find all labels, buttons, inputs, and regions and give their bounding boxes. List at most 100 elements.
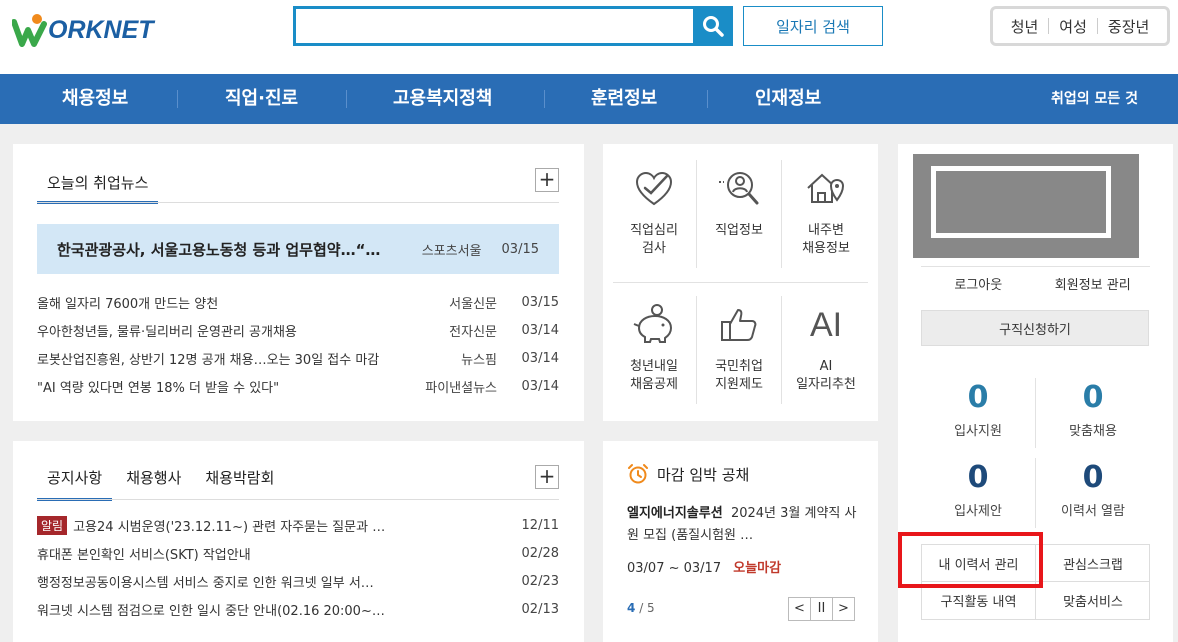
pause-button[interactable]: II — [810, 597, 833, 621]
service-vocational-test[interactable]: 직업심리 검사 — [611, 166, 697, 258]
notice-title: 행정정보공동이용시스템 서비스 중지로 인한 워크넷 일부 서… — [37, 575, 374, 591]
list-item[interactable]: 올해 일자리 7600개 만드는 양천 서울신문 03/15 — [37, 288, 559, 316]
my-resume-link[interactable]: 내 이력서 관리 — [922, 545, 1036, 582]
list-item[interactable]: 워크넷 시스템 점검으로 인한 일시 중단 안내(02.16 20:00~… 0… — [37, 595, 559, 623]
audience-middle-aged[interactable]: 중장년 — [1098, 16, 1159, 37]
ai-icon: AI — [809, 306, 843, 344]
service-label: 지원제도 — [715, 377, 763, 392]
divider — [37, 499, 559, 500]
banner-frame — [931, 166, 1111, 238]
alert-badge: 알림 — [37, 515, 68, 535]
nav-item-talent[interactable]: 인재정보 — [755, 74, 821, 124]
notice-tabs: 공지사항 채용행사 채용박람회 — [37, 461, 288, 501]
alarm-clock-icon — [628, 464, 648, 484]
stat-matched-jobs[interactable]: 0 맞춤채용 — [1036, 380, 1150, 439]
list-item[interactable]: 우아한청년들, 물류·딜리버리 운영관리 공개채용 전자신문 03/14 — [37, 316, 559, 344]
job-period: 03/07 ~ 03/17 — [627, 561, 722, 576]
job-application-button[interactable]: 구직신청하기 — [921, 310, 1149, 346]
nav-item-career[interactable]: 직업·진로 — [225, 74, 298, 124]
news-more-button[interactable]: + — [535, 168, 559, 192]
page-total: / 5 — [639, 601, 655, 615]
list-item[interactable]: "AI 역량 있다면 연봉 18% 더 받을 수 있다" 파이낸셜뉴스 03/1… — [37, 372, 559, 400]
deadline-title: 마감 임박 공채 — [657, 465, 750, 484]
custom-service-link[interactable]: 맞춤서비스 — [1036, 582, 1150, 619]
audience-youth[interactable]: 청년 — [1001, 16, 1049, 37]
tab-notices[interactable]: 공지사항 — [37, 461, 113, 501]
service-label: 채움공제 — [630, 377, 678, 392]
list-item[interactable]: 휴대폰 본인확인 서비스(SKT) 작업안내 02/28 — [37, 539, 559, 567]
notice-title: 고용24 시범운영('23.12.11~) 관련 자주묻는 질문과 … — [73, 519, 386, 535]
stat-value: 0 — [1082, 380, 1104, 415]
service-label: 채용정보 — [802, 241, 850, 256]
carousel-controls: < II > — [788, 597, 855, 621]
audience-women[interactable]: 여성 — [1049, 16, 1097, 37]
news-source: 전자신문 — [449, 324, 497, 340]
stat-label: 맞춤채용 — [1069, 424, 1117, 439]
services-panel: 직업심리 검사 직업정보 내주변 채용정보 청년내일 채움공제 국민취업 지원제… — [603, 144, 878, 421]
list-item[interactable]: 알림 고용24 시범운영('23.12.11~) 관련 자주묻는 질문과 … 1… — [37, 511, 559, 539]
notice-panel: 공지사항 채용행사 채용박람회 + 알림 고용24 시범운영('23.12.11… — [13, 441, 584, 642]
notice-date: 02/13 — [521, 601, 559, 617]
service-job-info[interactable]: 직업정보 — [696, 166, 782, 240]
tab-recruit-events[interactable]: 채용행사 — [116, 461, 191, 501]
logo-text: ORKNET — [48, 15, 154, 44]
member-info-link[interactable]: 회원정보 관리 — [1036, 274, 1151, 293]
stat-applications[interactable]: 0 입사지원 — [921, 380, 1035, 439]
account-row: 로그아웃 회원정보 관리 — [921, 266, 1150, 300]
news-title: 올해 일자리 7600개 만드는 양천 — [37, 296, 219, 312]
thumbs-up-icon — [721, 309, 757, 341]
service-nearby-jobs[interactable]: 내주변 채용정보 — [783, 166, 869, 258]
list-item[interactable]: 행정정보공동이용시스템 서비스 중지로 인한 워크넷 일부 서… 02/23 — [37, 567, 559, 595]
service-label: 직업심리 — [630, 223, 678, 238]
stat-value: 0 — [967, 380, 989, 415]
tab-job-fairs[interactable]: 채용박람회 — [195, 461, 284, 501]
my-links-grid: 내 이력서 관리 관심스크랩 구직활동 내역 맞춤서비스 — [921, 544, 1150, 620]
nav-all-employment[interactable]: 취업의 모든 것 — [1051, 74, 1138, 124]
main-nav: 채용정보 직업·진로 고용복지정책 훈련정보 인재정보 취업의 모든 것 — [0, 74, 1178, 124]
service-label: 청년내일 — [630, 359, 678, 374]
notice-more-button[interactable]: + — [535, 465, 559, 489]
job-activity-link[interactable]: 구직활동 내역 — [922, 582, 1036, 619]
urgent-label: 오늘마감 — [733, 561, 782, 576]
service-ai-job-recommend[interactable]: AI AI 일자리추천 — [783, 302, 869, 394]
news-title: "AI 역량 있다면 연봉 18% 더 받을 수 있다" — [37, 380, 280, 396]
service-label: 검사 — [642, 241, 666, 256]
news-highlight-item[interactable]: 한국관광공사, 서울고용노동청 등과 업무협약…“… 스포츠서울 03/15 — [37, 224, 559, 274]
nav-item-jobs[interactable]: 채용정보 — [62, 74, 128, 124]
logout-link[interactable]: 로그아웃 — [921, 274, 1036, 293]
nav-item-training[interactable]: 훈련정보 — [591, 74, 657, 124]
nav-item-welfare-policy[interactable]: 고용복지정책 — [393, 74, 492, 124]
banner-image[interactable] — [913, 154, 1139, 258]
news-source: 스포츠서울 — [421, 243, 482, 259]
notice-date: 02/28 — [521, 545, 559, 561]
stat-offers[interactable]: 0 입사제안 — [921, 460, 1035, 519]
search-icon — [703, 16, 724, 37]
notice-title: 휴대폰 본인확인 서비스(SKT) 작업안내 — [37, 547, 251, 563]
logo-w-icon — [12, 14, 47, 47]
list-item[interactable]: 로봇산업진흥원, 상반기 12명 공개 채용…오는 30일 접수 마감 뉴스핌 … — [37, 344, 559, 372]
service-label: 일자리추천 — [796, 377, 856, 392]
service-label: AI — [819, 359, 833, 374]
stat-value: 0 — [967, 460, 989, 495]
nav-divider — [544, 90, 545, 108]
scrap-link[interactable]: 관심스크랩 — [1036, 545, 1150, 582]
prev-button[interactable]: < — [788, 597, 811, 621]
news-source: 서울신문 — [449, 296, 497, 312]
stat-resume-views[interactable]: 0 이력서 열람 — [1036, 460, 1150, 519]
service-label: 직업정보 — [715, 223, 763, 238]
deadline-panel: 마감 임박 공채 엘지에너지솔루션 2024년 3월 계약직 사원 모집 (품질… — [603, 441, 878, 642]
search-box — [293, 6, 694, 46]
stat-label: 입사지원 — [954, 424, 1002, 439]
service-national-employment-support[interactable]: 국민취업 지원제도 — [696, 302, 782, 394]
tab-today-news[interactable]: 오늘의 취업뉴스 — [37, 168, 159, 204]
person-search-icon — [719, 172, 759, 205]
next-button[interactable]: > — [832, 597, 855, 621]
notice-date: 12/11 — [521, 517, 559, 533]
service-youth-saving[interactable]: 청년내일 채움공제 — [611, 302, 697, 394]
audience-selector: 청년 여성 중장년 — [990, 6, 1170, 46]
worknet-logo[interactable]: ORKNET — [12, 10, 172, 50]
deadline-job-posting[interactable]: 엘지에너지솔루션 2024년 3월 계약직 사원 모집 (품질시험원 … — [627, 503, 857, 547]
job-search-button[interactable]: 일자리 검색 — [743, 6, 883, 46]
search-button[interactable] — [693, 6, 733, 46]
search-input[interactable] — [296, 9, 694, 43]
